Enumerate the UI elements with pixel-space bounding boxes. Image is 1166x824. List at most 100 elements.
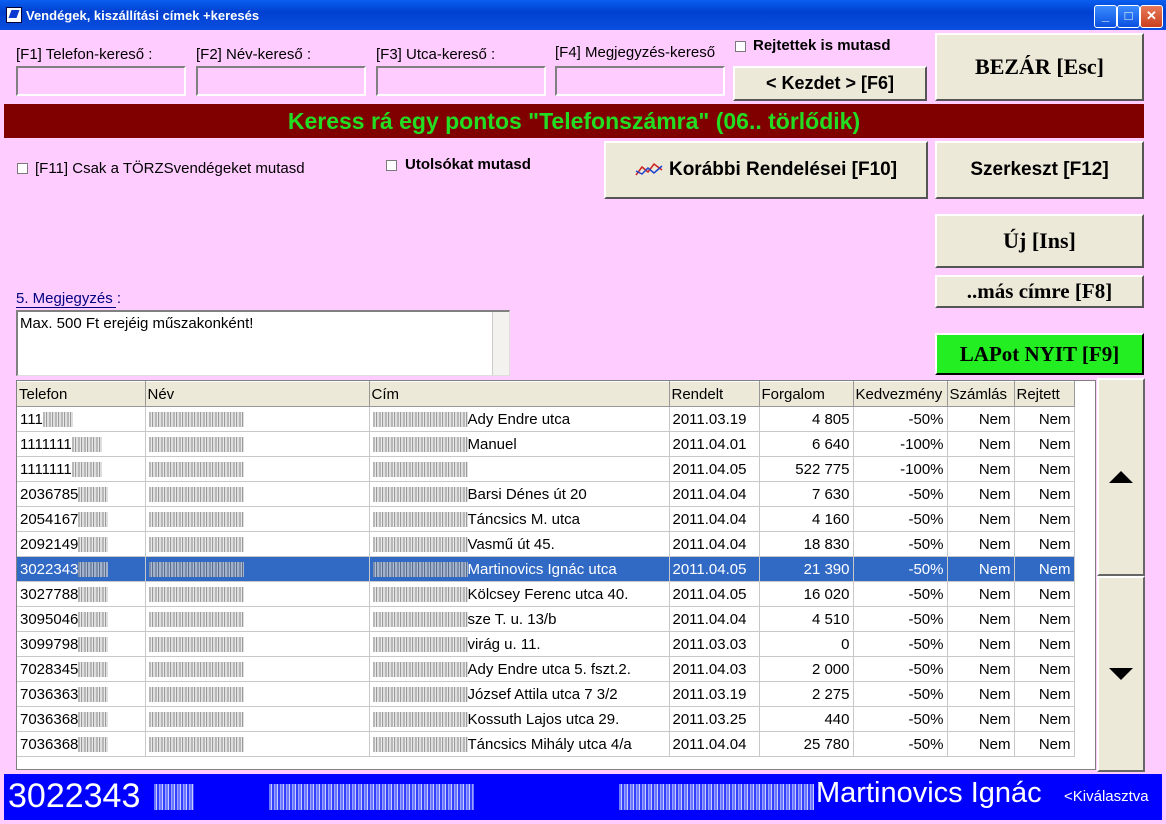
arrow-down-icon [1109,668,1133,680]
col-address[interactable]: Cím [369,381,670,407]
phone-search-input[interactable] [16,66,186,96]
regular-guests-checkbox[interactable] [17,163,28,174]
previous-orders-button[interactable]: Korábbi Rendelései [F10] [604,141,928,199]
note-search-input[interactable] [555,66,725,96]
street-search-input[interactable] [376,66,546,96]
minimize-button[interactable]: _ [1094,5,1117,28]
redacted [78,737,109,753]
cell-ordered: 2011.04.04 [669,506,760,532]
scroll-down-button[interactable] [1097,576,1145,772]
cell-invoice: Nem [947,681,1015,707]
open-sheet-button[interactable]: LAPot NYIT [F9] [935,333,1144,375]
cell-discount: -50% [853,606,948,632]
table-row[interactable]: 3099798 virág u. 11. 2011.03.03 0 -50% Nem Nem [17,631,1075,657]
app-icon [6,7,22,23]
redacted [148,712,244,728]
table-row[interactable]: 3027788 Kölcsey Ferenc utca 40. 2011.04.05… [17,581,1075,607]
cell-name [145,531,370,557]
maximize-button[interactable]: □ [1117,5,1140,28]
cell-name [145,556,370,582]
cell-discount: -50% [853,731,948,757]
cell-hidden: Nem [1014,531,1075,557]
cell-ordered: 2011.04.01 [669,431,760,457]
cell-address: Barsi Dénes út 20 [369,481,670,507]
status-name-redacted [269,784,474,810]
scroll-up-button[interactable] [1097,378,1145,576]
cell-address: Táncsics Mihály utca 4/a [369,731,670,757]
close-window-button[interactable]: ✕ [1140,5,1163,28]
redacted [78,487,109,503]
cell-phone: 3022343 [17,556,146,582]
col-invoice[interactable]: Számlás [947,381,1015,407]
cell-ordered: 2011.03.19 [669,681,760,707]
col-hidden[interactable]: Rejtett [1014,381,1075,407]
col-ordered[interactable]: Rendelt [669,381,760,407]
col-name[interactable]: Név [145,381,370,407]
cell-address: József Attila utca 7 3/2 [369,681,670,707]
cell-name [145,581,370,607]
cell-address: Táncsics M. utca [369,506,670,532]
cell-discount: -50% [853,406,948,432]
table-row[interactable]: 7036363 József Attila utca 7 3/2 2011.03.1… [17,681,1075,707]
status-phone: 3022343 [8,777,141,815]
cell-invoice: Nem [947,506,1015,532]
redacted [372,637,468,653]
table-row[interactable]: 7028345 Ady Endre utca 5. fszt.2. 2011.04.… [17,656,1075,682]
cell-address: Ady Endre utca 5. fszt.2. [369,656,670,682]
cell-turnover: 2 000 [759,656,854,682]
cell-address: Kossuth Lajos utca 29. [369,706,670,732]
redacted [148,562,244,578]
cell-name [145,731,370,757]
name-search-input[interactable] [196,66,366,96]
new-button[interactable]: Új [Ins] [935,214,1144,268]
cell-hidden: Nem [1014,581,1075,607]
table-row[interactable]: 1111111 Manuel 2011.04.01 6 640 -100% Nem Nem [17,431,1075,457]
redacted [78,637,109,653]
edit-button[interactable]: Szerkeszt [F12] [935,141,1144,199]
cell-turnover: 18 830 [759,531,854,557]
close-button[interactable]: BEZÁR [Esc] [935,33,1144,101]
table-row[interactable]: 1111111 2011.04.05 522 775 -100% Nem Nem [17,456,1075,482]
last-checkbox[interactable] [386,160,397,171]
other-address-button[interactable]: ..más címre [F8] [935,275,1144,308]
table-row[interactable]: 3095046 sze T. u. 13/b 2011.04.04 4 510 -50%… [17,606,1075,632]
cell-hidden: Nem [1014,656,1075,682]
status-street: Martinovics Ignác [816,777,1042,809]
col-turnover[interactable]: Forgalom [759,381,854,407]
redacted [372,712,468,728]
table-row[interactable]: 2036785 Barsi Dénes út 20 2011.04.04 7 630-… [17,481,1075,507]
cell-name [145,406,370,432]
redacted [148,487,244,503]
redacted [148,437,244,453]
table-row[interactable]: 2092149 Vasmű út 45. 2011.04.04 18 830 -50% N… [17,531,1075,557]
table-row[interactable]: 111 Ady Endre utca 2011.03.19 4 805 -50% Nem N… [17,406,1075,432]
start-button[interactable]: < Kezdet > [F6] [733,66,927,101]
cell-hidden: Nem [1014,481,1075,507]
note-textarea[interactable]: Max. 500 Ft erejéig műszakonként! [16,310,510,376]
cell-name [145,706,370,732]
cell-turnover: 16 020 [759,581,854,607]
cell-invoice: Nem [947,581,1015,607]
cell-ordered: 2011.03.25 [669,706,760,732]
cell-phone: 111 [17,406,146,432]
table-row[interactable]: 3022343 Martinovics Ignác utca 2011.04.05 2… [17,556,1075,582]
cell-invoice: Nem [947,656,1015,682]
cell-hidden: Nem [1014,406,1075,432]
note-search-label: [F4] Megjegyzés-kereső [555,44,716,61]
cell-turnover: 0 [759,631,854,657]
cell-address: Kölcsey Ferenc utca 40. [369,581,670,607]
col-phone[interactable]: Telefon [17,381,146,407]
hidden-checkbox[interactable] [735,41,746,52]
cell-ordered: 2011.03.19 [669,406,760,432]
note-scrollbar[interactable] [492,312,509,375]
table-row[interactable]: 2054167 Táncsics M. utca 2011.04.04 4 160 -5… [17,506,1075,532]
col-discount[interactable]: Kedvezmény [853,381,948,407]
redacted [372,437,468,453]
redacted [78,712,109,728]
table-row[interactable]: 7036368 Táncsics Mihály utca 4/a 2011.04.0… [17,731,1075,757]
redacted [148,537,244,553]
cell-ordered: 2011.04.04 [669,481,760,507]
table-row[interactable]: 7036368 Kossuth Lajos utca 29. 2011.03.25 4… [17,706,1075,732]
name-search-label: [F2] Név-kereső : [196,46,312,63]
note-label-underline [16,307,116,308]
